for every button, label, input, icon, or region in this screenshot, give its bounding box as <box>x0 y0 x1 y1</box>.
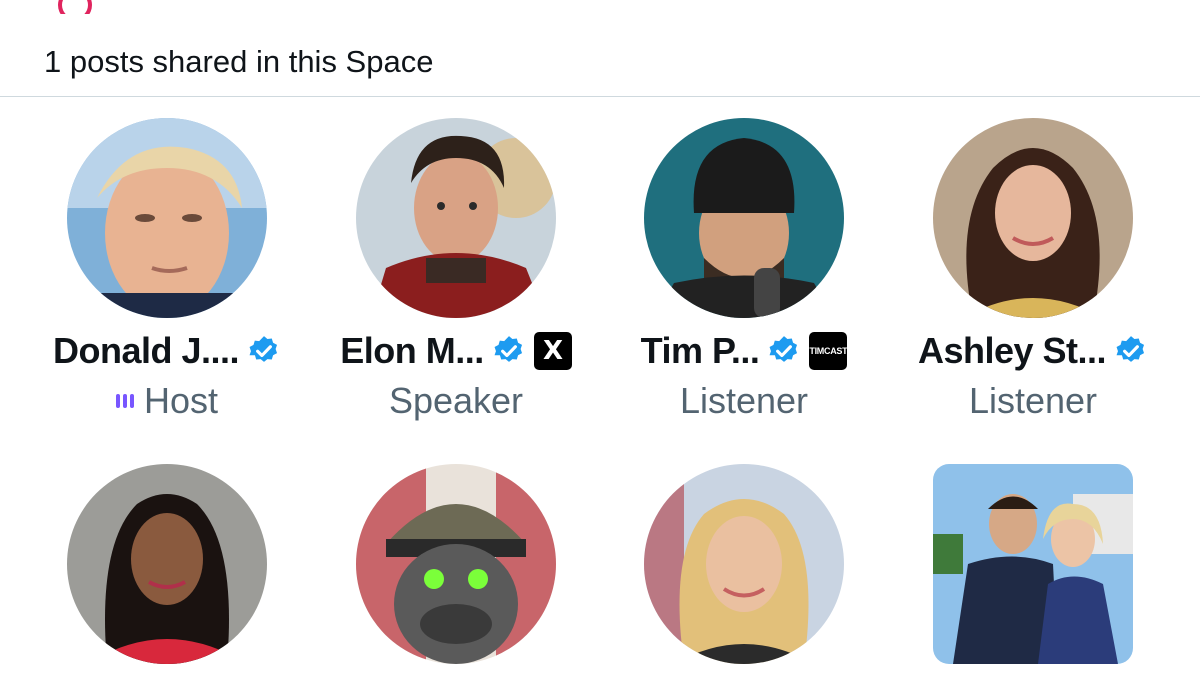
participant-avatar-icon <box>644 464 844 664</box>
participant-avatar-icon <box>933 464 1133 664</box>
participant-card[interactable] <box>23 464 311 664</box>
participant-name: Donald J.... <box>52 330 240 371</box>
participant-card[interactable] <box>312 464 600 664</box>
timcast-logo-icon: TIMCAST <box>809 332 848 370</box>
verified-badge-icon <box>249 336 278 362</box>
ape-avatar-icon <box>356 464 556 664</box>
verified-badge-icon <box>494 336 522 362</box>
participant-name: Ashley St... <box>917 330 1107 371</box>
divider <box>0 96 1200 97</box>
participant-role: Speaker <box>388 380 524 421</box>
participant-avatar-icon <box>67 464 267 664</box>
avatar[interactable] <box>933 118 1133 318</box>
space-icon <box>58 0 92 14</box>
cut-off-header <box>0 0 1200 14</box>
trump-avatar-icon <box>67 118 267 318</box>
participant-card[interactable] <box>600 464 888 664</box>
ashley-avatar-icon <box>933 118 1133 318</box>
avatar[interactable] <box>933 464 1133 664</box>
participant-name: Tim P... <box>640 330 760 371</box>
participant-card[interactable]: Elon M... X Speaker <box>312 118 600 422</box>
avatar[interactable] <box>644 118 844 318</box>
audio-bars-icon <box>115 394 134 408</box>
participant-card[interactable]: Ashley St... Listener <box>889 118 1177 422</box>
avatar[interactable] <box>67 464 267 664</box>
participant-card[interactable] <box>889 464 1177 664</box>
x-logo-icon: X <box>533 332 572 370</box>
participant-card[interactable]: Tim P... TIMCAST Listener <box>600 118 888 422</box>
avatar[interactable] <box>644 464 844 664</box>
verified-badge-icon <box>769 336 798 362</box>
avatar[interactable] <box>67 118 267 318</box>
participant-card[interactable]: Donald J.... Host <box>23 118 311 422</box>
avatar[interactable] <box>356 118 556 318</box>
participant-role: Listener <box>968 380 1098 421</box>
tim-avatar-icon <box>644 118 844 318</box>
participant-role: Host <box>143 380 219 421</box>
avatar[interactable] <box>356 464 556 664</box>
elon-avatar-icon <box>356 118 556 318</box>
verified-badge-icon <box>1116 336 1145 362</box>
posts-shared-link[interactable]: 1 posts shared in this Space <box>44 44 433 80</box>
participant-name: Elon M... <box>340 330 484 371</box>
participant-role: Listener <box>679 380 809 421</box>
